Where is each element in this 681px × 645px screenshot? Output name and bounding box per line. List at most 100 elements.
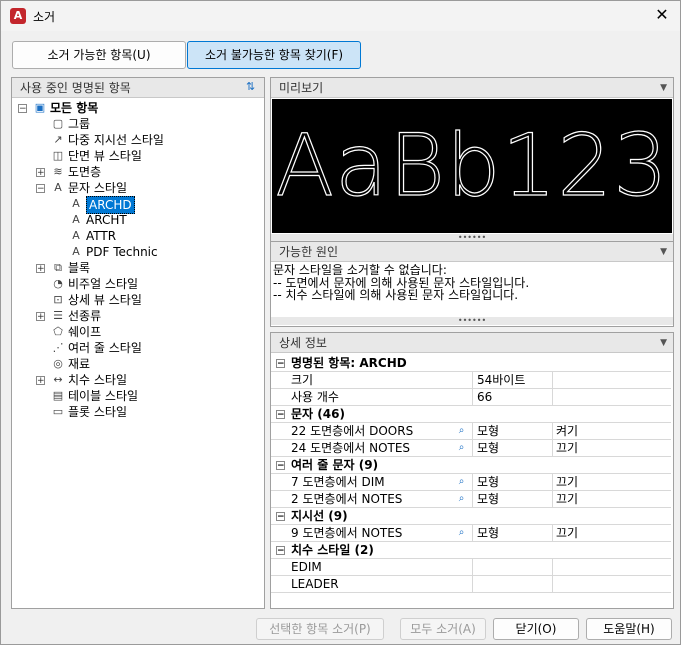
dim-style-icon: ↔ xyxy=(53,373,63,386)
details-cell-name: 사용 개수 xyxy=(291,390,339,404)
tree-item-label: 상세 뷰 스타일 xyxy=(68,293,142,307)
tree-item-label: 문자 스타일 xyxy=(68,181,128,195)
tree-item[interactable]: + ≋ 도면층 xyxy=(12,164,262,180)
tree-item[interactable]: A ATTR xyxy=(12,228,262,244)
zoom-to-object-icon[interactable]: ⌕ xyxy=(455,492,468,505)
collapse-icon[interactable]: − xyxy=(276,512,285,522)
tree-item[interactable]: ⋰ 여러 줄 스타일 xyxy=(12,340,262,356)
tree-item[interactable]: + ☰ 선종류 xyxy=(12,308,262,324)
details-row[interactable]: 사용 개수 66 xyxy=(271,389,671,406)
tab-purgeable-items[interactable]: 소거 가능한 항목(U) xyxy=(12,41,186,69)
mleader-icon: ↗ xyxy=(53,133,63,146)
tree-item[interactable]: − ▣ 모든 항목 xyxy=(12,100,262,116)
details-row[interactable]: EDIM xyxy=(271,559,671,576)
tree-item-label: 도면층 xyxy=(68,165,102,179)
tree-item[interactable]: ◫ 단면 뷰 스타일 xyxy=(12,148,262,164)
zoom-to-object-icon[interactable]: ⌕ xyxy=(455,424,468,437)
tree-item-label: PDF Technic xyxy=(86,245,158,259)
collapse-icon[interactable]: − xyxy=(36,184,45,194)
tree-item-label: 그룹 xyxy=(68,117,91,131)
details-cell-state: 끄기 xyxy=(552,440,656,456)
group-icon: ▢ xyxy=(52,117,64,130)
collapse-icon[interactable]: − xyxy=(18,104,27,114)
collapse-icon[interactable]: − xyxy=(276,461,285,471)
tree-item[interactable]: ▤ 테이블 스타일 xyxy=(12,388,262,404)
tree-item[interactable]: + ↔ 치수 스타일 xyxy=(12,372,262,388)
details-cell-name: 24 도면층에서 NOTES xyxy=(291,441,411,455)
expand-icon[interactable]: + xyxy=(36,312,45,322)
sort-icon[interactable]: ⇅ xyxy=(246,80,260,94)
tree-item[interactable]: ↗ 다중 지시선 스타일 xyxy=(12,132,262,148)
help-button[interactable]: 도움말(H) xyxy=(586,618,672,640)
section-view-icon: ◫ xyxy=(52,149,64,162)
tree-item[interactable]: ◎ 재료 xyxy=(12,356,262,372)
zoom-to-object-icon[interactable]: ⌕ xyxy=(455,441,468,454)
collapse-icon[interactable]: − xyxy=(276,359,285,369)
chevron-down-icon[interactable]: ▼ xyxy=(660,242,667,262)
tree-item[interactable]: A ARCHT xyxy=(12,212,262,228)
details-group-row[interactable]: − 치수 스타일 (2) xyxy=(271,542,671,559)
details-cell-state xyxy=(552,389,656,405)
tree-item[interactable]: + ⧉ 블록 xyxy=(12,260,262,276)
splitter-grip[interactable]: •••••• xyxy=(271,317,673,325)
text-style-icon: A xyxy=(72,197,80,210)
preview-header[interactable]: 미리보기 ▼ xyxy=(271,78,673,98)
details-row[interactable]: 9 도면층에서 NOTES ⌕ 모형 끄기 xyxy=(271,525,671,542)
chevron-down-icon[interactable]: ▼ xyxy=(660,78,667,98)
chevron-down-icon[interactable]: ▼ xyxy=(660,333,667,353)
tree-item-label: 쉐이프 xyxy=(68,325,102,339)
details-cell-name: 7 도면층에서 DIM xyxy=(291,475,385,489)
close-icon[interactable]: ✕ xyxy=(652,5,672,25)
tree-item-label: 여러 줄 스타일 xyxy=(68,341,142,355)
tree-item-label: 재료 xyxy=(68,357,91,371)
tree-item[interactable]: ▭ 플롯 스타일 xyxy=(12,404,262,420)
details-cell-value: 모형 xyxy=(472,440,553,456)
details-cell-state: 끄기 xyxy=(552,491,656,507)
expand-icon[interactable]: + xyxy=(36,168,45,178)
details-row[interactable]: 24 도면층에서 NOTES ⌕ 모형 끄기 xyxy=(271,440,671,457)
tree-item[interactable]: A ARCHD xyxy=(12,196,262,214)
details-row[interactable]: 2 도면층에서 NOTES ⌕ 모형 끄기 xyxy=(271,491,671,508)
purge-all-button[interactable]: 모두 소거(A) xyxy=(400,618,486,640)
tree-item[interactable]: A PDF Technic xyxy=(12,244,262,260)
details-group-row[interactable]: − 여러 줄 문자 (9) xyxy=(271,457,671,474)
purge-selected-button[interactable]: 선택한 항목 소거(P) xyxy=(256,618,384,640)
zoom-to-object-icon[interactable]: ⌕ xyxy=(455,526,468,539)
tree-item-label: ARCHT xyxy=(86,213,127,227)
tree-item-label: 모든 항목 xyxy=(50,101,99,115)
details-cell-state xyxy=(552,372,656,388)
details-row[interactable]: 22 도면층에서 DOORS ⌕ 모형 켜기 xyxy=(271,423,671,440)
tab-find-non-purgeable-items[interactable]: 소거 불가능한 항목 찾기(F) xyxy=(187,41,361,69)
details-header[interactable]: 상세 정보 ▼ xyxy=(271,333,673,353)
reason-header[interactable]: 가능한 원인 ▼ xyxy=(271,242,673,262)
details-row[interactable]: 크기 54바이트 xyxy=(271,372,671,389)
details-cell-value: 모형 xyxy=(472,525,553,541)
tree-item[interactable]: ⊡ 상세 뷰 스타일 xyxy=(12,292,262,308)
details-group-row[interactable]: − 지시선 (9) xyxy=(271,508,671,525)
zoom-to-object-icon[interactable]: ⌕ xyxy=(455,475,468,488)
details-cell-value: 54바이트 xyxy=(472,372,553,388)
tree-item-label: 테이블 스타일 xyxy=(68,389,139,403)
plot-style-icon: ▭ xyxy=(52,405,64,418)
close-button[interactable]: 닫기(O) xyxy=(493,618,579,640)
details-row[interactable]: 7 도면층에서 DIM ⌕ 모형 끄기 xyxy=(271,474,671,491)
details-cell-value: 66 xyxy=(472,389,553,405)
details-cell-state: 끄기 xyxy=(552,474,656,490)
tree-item[interactable]: − A 문자 스타일 xyxy=(12,180,262,196)
collapse-icon[interactable]: − xyxy=(276,546,285,556)
expand-icon[interactable]: + xyxy=(36,376,45,386)
details-cell-state: 끄기 xyxy=(552,525,656,541)
details-group-label: 여러 줄 문자 (9) xyxy=(291,458,379,472)
tree-item[interactable]: ◔ 비주얼 스타일 xyxy=(12,276,262,292)
tree-item-label: 비주얼 스타일 xyxy=(68,277,139,291)
collapse-icon[interactable]: − xyxy=(276,410,285,420)
details-group-row[interactable]: − 명명된 항목: ARCHD xyxy=(271,355,671,372)
tree-item[interactable]: ⬠ 쉐이프 xyxy=(12,324,262,340)
details-table: − 명명된 항목: ARCHD 크기 54바이트 사용 개수 66− 문자 (46) 22 도… xyxy=(271,355,671,593)
tree-item[interactable]: ▢ 그룹 xyxy=(12,116,262,132)
details-cell-value xyxy=(472,576,553,592)
details-cell-value: 모형 xyxy=(472,474,553,490)
expand-icon[interactable]: + xyxy=(36,264,45,274)
details-row[interactable]: LEADER xyxy=(271,576,671,593)
details-group-row[interactable]: − 문자 (46) xyxy=(271,406,671,423)
